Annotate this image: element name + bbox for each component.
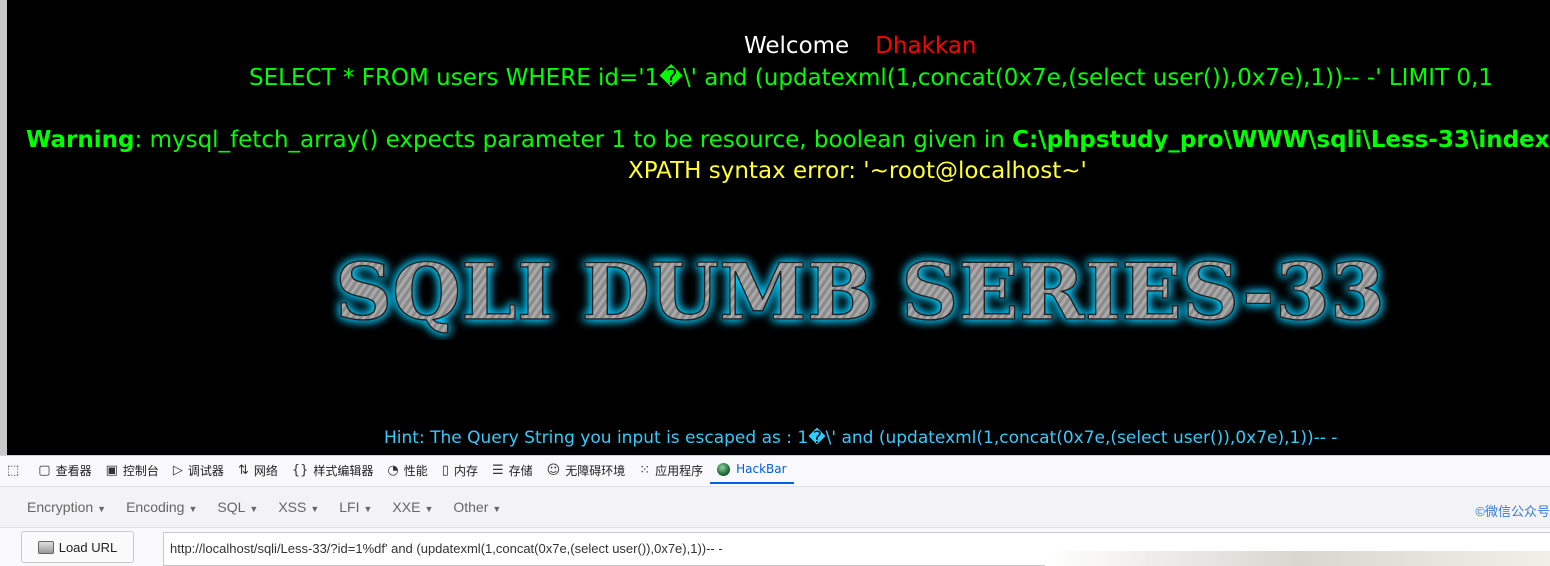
user-name: Dhakkan	[875, 33, 977, 59]
tab-inspector[interactable]: ▢ 查看器	[31, 456, 98, 484]
storage-icon: ☰	[491, 462, 504, 478]
web-page: Welcome Dhakkan SELECT * FROM users WHERE…	[0, 0, 1550, 455]
menu-label: XSS	[278, 499, 307, 515]
pick-element-button[interactable]: ⬚	[0, 456, 31, 484]
tab-hackbar[interactable]: HackBar	[710, 456, 794, 484]
tab-label: 控制台	[122, 463, 159, 478]
performance-icon: ◔	[387, 462, 399, 478]
network-icon: ⇅	[237, 462, 249, 478]
xpath-error-text: XPATH syntax error: '~root@localhost~'	[628, 158, 1087, 184]
menu-label: Other	[453, 499, 489, 515]
accessibility-icon: ☺	[546, 462, 561, 478]
menu-other[interactable]: Other ▼	[453, 499, 501, 515]
pick-element-icon: ⬚	[7, 462, 20, 478]
menu-label: Encryption	[27, 499, 94, 515]
tab-application[interactable]: ⁙ 应用程序	[632, 456, 710, 484]
warning-text: : mysql_fetch_array() expects parameter …	[134, 127, 1013, 153]
tab-label: 调试器	[187, 463, 224, 478]
caret-down-icon: ▼	[424, 504, 434, 514]
sql-query-text: SELECT * FROM users WHERE id='1�\' and (…	[249, 65, 1494, 91]
menu-encoding[interactable]: Encoding ▼	[126, 499, 197, 515]
tab-performance[interactable]: ◔ 性能	[380, 456, 434, 484]
caret-down-icon: ▼	[97, 504, 107, 514]
console-icon: ▣	[105, 462, 118, 478]
tab-label: 样式编辑器	[313, 463, 374, 478]
menu-lfi[interactable]: LFI ▼	[339, 499, 372, 515]
caret-down-icon: ▼	[310, 504, 320, 514]
video-overlay-thumbnail	[1045, 551, 1550, 566]
memory-icon: ▯	[441, 462, 449, 478]
tab-label: 存储	[508, 463, 533, 478]
menu-label: Encoding	[126, 499, 185, 515]
caret-down-icon: ▼	[249, 504, 259, 514]
debugger-icon: ▷	[172, 462, 183, 478]
load-url-icon	[37, 540, 54, 554]
series-banner-image: SQLI DUMB SERIES-33	[334, 246, 1386, 339]
tab-label: 网络	[253, 463, 278, 478]
devtools-tabbar: ⬚ ▢ 查看器 ▣ 控制台 ▷ 调试器 ⇅ 网络 {} 样式编辑器 ◔ 性能 ▯ 内存 ☰ 存储…	[0, 456, 1550, 484]
tab-accessibility[interactable]: ☺ 无障碍环境	[540, 456, 633, 484]
welcome-text: Welcome	[744, 33, 850, 59]
hint-text: Hint: The Query String you input is esca…	[384, 428, 1338, 448]
tab-network[interactable]: ⇅ 网络	[231, 456, 285, 484]
tab-console[interactable]: ▣ 控制台	[99, 456, 166, 484]
caret-down-icon: ▼	[492, 504, 502, 514]
tab-label: 性能	[403, 463, 428, 478]
welcome-line: Welcome Dhakkan	[744, 33, 977, 59]
window-left-edge	[0, 0, 7, 455]
tab-label: 查看器	[55, 463, 92, 478]
menu-sql[interactable]: SQL ▼	[217, 499, 258, 515]
tab-label: 应用程序	[655, 463, 704, 478]
banner-title: SQLI DUMB SERIES-33	[335, 247, 1385, 338]
hackbar-icon	[717, 462, 731, 476]
tab-label: 无障碍环境	[565, 463, 626, 478]
tab-debugger[interactable]: ▷ 调试器	[166, 456, 231, 484]
load-url-button[interactable]: Load URL	[21, 531, 134, 563]
load-url-label: Load URL	[58, 539, 118, 555]
hackbar-toolbar: Encryption ▼ Encoding ▼ SQL ▼ XSS ▼ LFI ▼ XXE…	[0, 486, 1550, 528]
tab-memory[interactable]: ▯ 内存	[435, 456, 485, 484]
menu-xss[interactable]: XSS ▼	[278, 499, 319, 515]
menu-label: XXE	[392, 499, 421, 515]
menu-label: LFI	[339, 499, 360, 515]
warning-label: Warning	[26, 127, 135, 153]
inspector-icon: ▢	[38, 462, 51, 478]
menu-xxe[interactable]: XXE ▼	[392, 499, 433, 515]
application-icon: ⁙	[639, 462, 651, 478]
tab-label: 内存	[453, 463, 478, 478]
caret-down-icon: ▼	[363, 504, 373, 514]
warning-path: C:\phpstudy_pro\WWW\sqli\Less-33\index.p…	[1012, 127, 1550, 153]
devtools-panel: ⬚ ▢ 查看器 ▣ 控制台 ▷ 调试器 ⇅ 网络 {} 样式编辑器 ◔ 性能 ▯ 内存 ☰ 存储…	[0, 455, 1550, 566]
php-warning: Warning: mysql_fetch_array() expects par…	[26, 127, 1550, 153]
tab-storage[interactable]: ☰ 存储	[485, 456, 540, 484]
tab-style-editor[interactable]: {} 样式编辑器	[285, 456, 381, 484]
caret-down-icon: ▼	[188, 504, 198, 514]
menu-label: SQL	[217, 499, 246, 515]
watermark-text: ©微信公众号	[1475, 504, 1550, 519]
menu-encryption[interactable]: Encryption ▼	[27, 499, 106, 515]
style-editor-icon: {}	[291, 462, 309, 478]
tab-label: HackBar	[736, 462, 787, 476]
